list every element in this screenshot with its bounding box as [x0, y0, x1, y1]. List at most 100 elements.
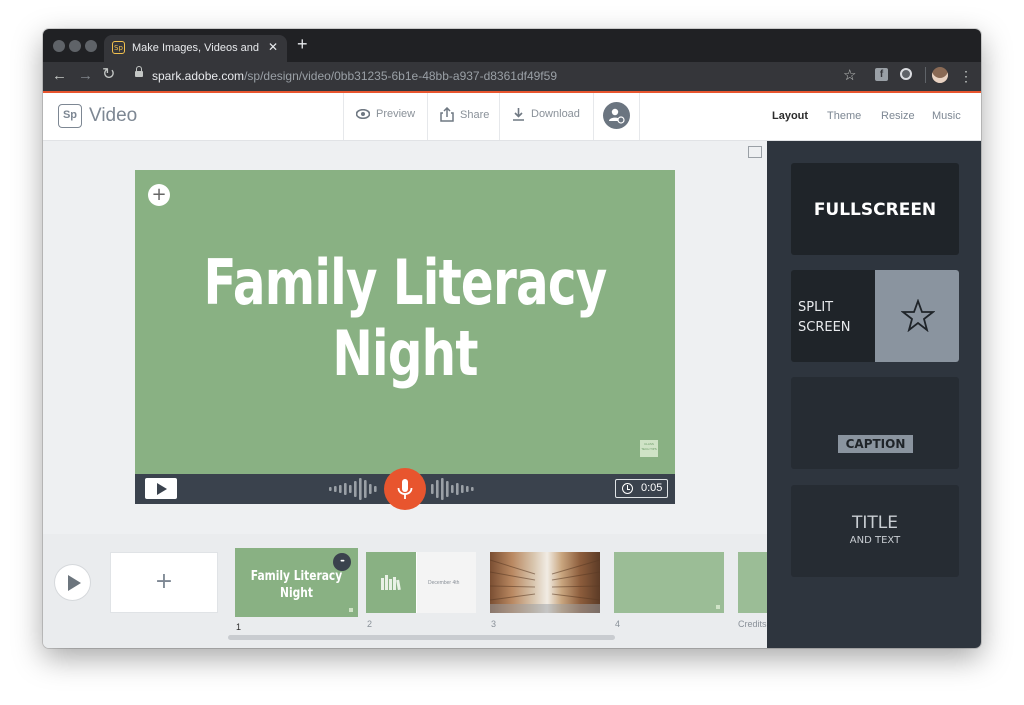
add-content-button[interactable]: +: [148, 184, 170, 206]
address-bar[interactable]: spark.adobe.com/sp/design/video/0bb31235…: [121, 65, 870, 88]
slide-thumbnail-credits[interactable]: [738, 552, 767, 613]
facebook-extension-icon[interactable]: f: [875, 68, 888, 81]
download-button[interactable]: Download: [512, 107, 580, 121]
layout-split-line1: SPLIT: [798, 300, 834, 315]
download-icon: [513, 108, 524, 121]
window-zoom-dot[interactable]: [85, 40, 97, 52]
layout-caption-label: CAPTION: [845, 437, 906, 451]
slide-number-1: 1: [236, 622, 242, 632]
duration-label: 0:05: [641, 482, 663, 494]
back-arrow-icon[interactable]: ←: [52, 67, 67, 85]
thumbnail-watermark: [349, 608, 353, 612]
bookmark-star-icon[interactable]: ☆: [843, 67, 856, 85]
tab-layout[interactable]: Layout: [772, 110, 808, 122]
tab-music[interactable]: Music: [932, 110, 961, 122]
timeline-scrollbar[interactable]: [228, 635, 615, 640]
slide-thumbnail-4[interactable]: [614, 552, 724, 613]
url-host: spark.adobe.com: [152, 69, 245, 83]
thumbnail-title: Family Literacy Night: [246, 568, 347, 602]
app-header: Sp Video Preview Share Download Layout T…: [43, 93, 981, 141]
layout-fullscreen[interactable]: FULLSCREEN: [791, 163, 959, 255]
slide-title-line2: Night: [332, 317, 478, 391]
fit-to-screen-icon[interactable]: [748, 146, 762, 158]
eye-icon: [356, 109, 370, 119]
tab-resize[interactable]: Resize: [881, 110, 915, 122]
clock-icon: [622, 483, 633, 494]
browser-toolbar: ← → ↻ spark.adobe.com/sp/design/video/0b…: [43, 62, 981, 91]
layout-caption-box: CAPTION: [838, 435, 913, 453]
share-icon: [440, 107, 454, 122]
slide-canvas[interactable]: + Family Literacy Night CLASS TECH TIPS: [135, 170, 675, 474]
layout-split-label: SPLIT SCREEN: [798, 298, 851, 338]
star-icon: [901, 299, 935, 332]
layout-and-text-label: AND TEXT: [849, 535, 901, 546]
more-options-icon[interactable]: •••: [333, 553, 351, 571]
layout-title-label: TITLE: [852, 513, 898, 533]
toolbar-divider: [925, 67, 926, 83]
layout-split-line2: SCREEN: [798, 320, 851, 335]
layout-split-media: [875, 270, 959, 362]
lock-icon: [135, 66, 143, 77]
slide-title[interactable]: Family Literacy Night: [194, 247, 615, 390]
new-tab-button[interactable]: +: [297, 34, 308, 54]
collaborate-button[interactable]: [603, 102, 630, 129]
slide-number-4: 4: [615, 619, 621, 629]
library-photo: [490, 559, 600, 613]
books-icon: [381, 575, 401, 590]
layout-title-and-text[interactable]: TITLE AND TEXT: [791, 485, 959, 577]
slide-thumbnail-1[interactable]: Family Literacy Night •••: [235, 548, 358, 617]
tab-title: Make Images, Videos and Web Stories: [132, 42, 260, 54]
reload-icon[interactable]: ↻: [102, 66, 115, 84]
slide-thumbnail-2[interactable]: December 4th: [366, 552, 476, 613]
browser-tab[interactable]: Sp Make Images, Videos and Web Stories ✕: [104, 35, 287, 62]
record-voice-button[interactable]: [384, 468, 426, 510]
watermark-logo: CLASS TECH TIPS: [640, 440, 658, 457]
preview-label: Preview: [376, 108, 416, 120]
slide-number-3: 3: [491, 619, 497, 629]
share-label: Share: [460, 108, 490, 121]
layout-caption[interactable]: CAPTION: [791, 377, 959, 469]
thumbnail-title-line1: Family Literacy: [250, 569, 343, 584]
thumbnail-date: December 4th: [428, 580, 460, 586]
window-minimize-dot[interactable]: [69, 40, 81, 52]
slide-timeline: + Family Literacy Night ••• December 4th: [43, 534, 767, 648]
microphone-icon: [397, 479, 413, 499]
browser-menu-icon[interactable]: ⋮: [959, 67, 973, 85]
slide-title-line1: Family Literacy: [203, 246, 607, 319]
header-divider: [343, 93, 344, 140]
add-collaborator-icon: [609, 108, 625, 124]
app-name: Video: [89, 105, 138, 126]
profile-avatar-icon[interactable]: [932, 67, 948, 83]
tab-theme[interactable]: Theme: [827, 110, 861, 122]
url-text: spark.adobe.com/sp/design/video/0bb31235…: [152, 69, 557, 83]
header-divider: [499, 93, 500, 140]
add-slide-button[interactable]: +: [110, 552, 218, 613]
layout-split-screen[interactable]: SPLIT SCREEN: [791, 270, 959, 362]
tab-close-icon[interactable]: ✕: [268, 40, 278, 54]
header-divider: [427, 93, 428, 140]
download-label: Download: [531, 108, 580, 120]
browser-tab-bar: Sp Make Images, Videos and Web Stories ✕…: [43, 29, 981, 62]
slide-control-bar: 0:05: [135, 468, 675, 510]
share-button[interactable]: Share: [440, 107, 489, 122]
header-divider: [593, 93, 594, 140]
slide-thumbnail-3[interactable]: [490, 552, 600, 613]
play-video-button[interactable]: [55, 565, 90, 600]
slide-number-credits: Credits: [738, 619, 767, 629]
extension-circle-icon[interactable]: [900, 68, 912, 80]
duration-button[interactable]: 0:05: [615, 479, 668, 498]
browser-window: Sp Make Images, Videos and Web Stories ✕…: [43, 29, 981, 648]
play-slide-button[interactable]: [145, 478, 177, 499]
layout-fullscreen-label: FULLSCREEN: [813, 200, 937, 220]
thumbnail-title-line2: Night: [280, 586, 313, 601]
url-path: /sp/design/video/0bb31235-6b1e-48bb-a937…: [244, 69, 557, 83]
spark-favicon-icon: Sp: [112, 41, 125, 54]
thumbnail-watermark: [716, 605, 720, 609]
preview-button[interactable]: Preview: [356, 108, 415, 120]
forward-arrow-icon[interactable]: →: [78, 67, 93, 85]
thumbnail-split-left: [366, 552, 416, 613]
header-divider: [639, 93, 640, 140]
layout-panel: FULLSCREEN SPLIT SCREEN CAPTION TITLE AN…: [767, 141, 981, 648]
spark-logo-icon[interactable]: Sp: [58, 104, 82, 128]
window-close-dot[interactable]: [53, 40, 65, 52]
